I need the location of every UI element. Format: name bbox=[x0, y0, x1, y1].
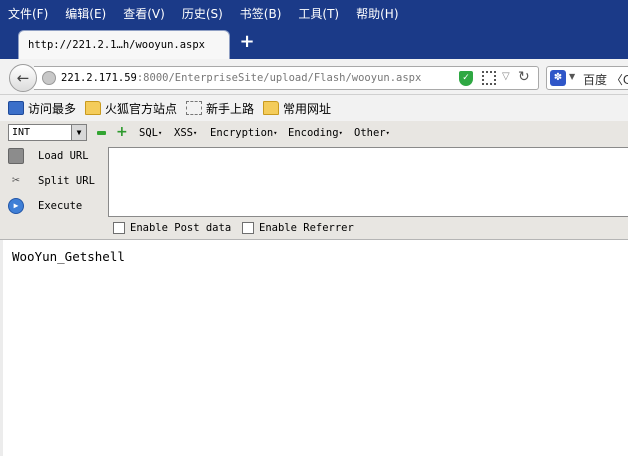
new-tab-button[interactable]: + bbox=[238, 32, 256, 52]
menu-other[interactable]: Other▾ bbox=[354, 127, 390, 139]
load-url-icon bbox=[8, 148, 24, 164]
qr-code-icon[interactable] bbox=[482, 71, 496, 85]
tab-strip: http://221.2.1…h/wooyun.aspx + bbox=[0, 26, 628, 59]
bookmark-most-visited[interactable]: 访问最多 bbox=[8, 100, 76, 117]
bookmark-common-sites[interactable]: 常用网址 bbox=[263, 100, 331, 117]
nav-bar: 221.2.171.59:8000/EnterpriseSite/upload/… bbox=[0, 59, 628, 95]
execute-button[interactable]: ▶ Execute bbox=[8, 195, 82, 217]
menu-tools[interactable]: 工具(T) bbox=[298, 5, 339, 22]
type-select-value: INT bbox=[12, 127, 31, 138]
bookmark-label: 新手上路 bbox=[206, 101, 255, 116]
menu-bookmarks[interactable]: 书签(B) bbox=[240, 5, 282, 22]
menu-help[interactable]: 帮助(H) bbox=[356, 5, 398, 22]
globe-icon bbox=[42, 71, 56, 85]
decrement-icon[interactable] bbox=[97, 131, 106, 135]
hackbar-toolbar: INT ▼ + SQL▾ XSS▾ Encryption▾ Encoding▾ … bbox=[0, 121, 628, 145]
load-url-button[interactable]: Load URL bbox=[8, 145, 89, 167]
enable-referrer-option[interactable]: Enable Referrer bbox=[242, 222, 354, 234]
bookmark-getting-started[interactable]: 新手上路 bbox=[186, 100, 254, 117]
bookmark-firefox-official[interactable]: 火狐官方站点 bbox=[85, 100, 177, 117]
baidu-paw-icon[interactable]: ✽ bbox=[550, 70, 566, 86]
enable-post-data-label: Enable Post data bbox=[130, 222, 232, 234]
folder-icon bbox=[85, 101, 102, 115]
bookmark-label: 火狐官方站点 bbox=[105, 101, 178, 116]
caret-down-icon: ▾ bbox=[157, 129, 163, 137]
url-bar[interactable]: 221.2.171.59:8000/EnterpriseSite/upload/… bbox=[34, 66, 539, 90]
bookmark-label: 常用网址 bbox=[283, 101, 332, 116]
enable-post-data-checkbox[interactable] bbox=[113, 222, 125, 234]
search-box[interactable]: ✽ ▼ 百度 〈Ct bbox=[546, 66, 628, 90]
chevron-down-icon[interactable]: ▽ bbox=[502, 71, 510, 82]
caret-down-icon: ▾ bbox=[385, 129, 390, 137]
back-arrow-icon: ← bbox=[16, 69, 30, 87]
menu-history[interactable]: 历史(S) bbox=[182, 5, 223, 22]
menu-file[interactable]: 文件(F) bbox=[8, 5, 48, 22]
play-icon: ▶ bbox=[8, 198, 24, 214]
load-url-label: Load URL bbox=[38, 150, 89, 162]
url-textarea[interactable] bbox=[108, 147, 628, 217]
bookmarks-bar: 访问最多 火狐官方站点 新手上路 常用网址 bbox=[0, 95, 628, 121]
tab-wooyun[interactable]: http://221.2.1…h/wooyun.aspx bbox=[18, 30, 230, 59]
caret-down-icon: ▾ bbox=[338, 129, 343, 137]
reload-icon[interactable]: ↻ bbox=[518, 69, 530, 85]
enable-post-data-option[interactable]: Enable Post data bbox=[113, 222, 231, 234]
execute-label: Execute bbox=[38, 200, 83, 212]
menu-sql-label: SQL bbox=[139, 127, 158, 139]
increment-icon[interactable]: + bbox=[116, 125, 128, 139]
url-text[interactable]: 221.2.171.59:8000/EnterpriseSite/upload/… bbox=[61, 72, 421, 84]
caret-down-icon: ▾ bbox=[192, 129, 198, 137]
menu-encoding-label: Encoding bbox=[288, 127, 339, 139]
menu-view[interactable]: 查看(V) bbox=[123, 5, 165, 22]
menu-encryption-label: Encryption bbox=[210, 127, 274, 139]
split-url-button[interactable]: ✂ Split URL bbox=[8, 170, 95, 192]
menu-bar: 文件(F) 编辑(E) 查看(V) 历史(S) 书签(B) 工具(T) 帮助(H… bbox=[0, 0, 628, 26]
caret-down-icon: ▾ bbox=[273, 129, 278, 137]
dashed-box-icon bbox=[186, 101, 203, 115]
url-path: :8000/EnterpriseSite/upload/Flash/wooyun… bbox=[136, 72, 422, 84]
chevron-down-icon[interactable]: ▼ bbox=[71, 125, 86, 140]
scissors-icon: ✂ bbox=[12, 173, 20, 188]
hackbar-actions: Load URL ✂ Split URL ▶ Execute bbox=[0, 145, 104, 221]
menu-xss[interactable]: XSS▾ bbox=[174, 127, 197, 139]
bookmark-label: 访问最多 bbox=[28, 101, 77, 116]
search-engine-dropdown-icon[interactable]: ▼ bbox=[569, 72, 575, 81]
folder-icon bbox=[263, 101, 280, 115]
type-select[interactable]: INT ▼ bbox=[8, 124, 87, 141]
page-body-text: WooYun_Getshell bbox=[12, 249, 125, 264]
search-icon bbox=[8, 101, 24, 115]
hackbar-options: Enable Post data Enable Referrer bbox=[0, 220, 628, 240]
page-content: WooYun_Getshell bbox=[0, 240, 628, 456]
shield-icon[interactable]: ✓ bbox=[459, 71, 473, 86]
menu-other-label: Other bbox=[354, 127, 386, 139]
search-placeholder[interactable]: 百度 〈Ct bbox=[583, 71, 628, 88]
back-button[interactable]: ← bbox=[9, 64, 37, 92]
menu-encoding[interactable]: Encoding▾ bbox=[288, 127, 343, 139]
url-host: 221.2.171.59 bbox=[61, 72, 137, 84]
enable-referrer-label: Enable Referrer bbox=[259, 222, 354, 234]
menu-edit[interactable]: 编辑(E) bbox=[65, 5, 106, 22]
menu-xss-label: XSS bbox=[174, 127, 193, 139]
enable-referrer-checkbox[interactable] bbox=[242, 222, 254, 234]
menu-encryption[interactable]: Encryption▾ bbox=[210, 127, 277, 139]
hackbar-panel: INT ▼ + SQL▾ XSS▾ Encryption▾ Encoding▾ … bbox=[0, 121, 628, 240]
menu-sql[interactable]: SQL▾ bbox=[139, 127, 162, 139]
split-url-label: Split URL bbox=[38, 175, 95, 187]
